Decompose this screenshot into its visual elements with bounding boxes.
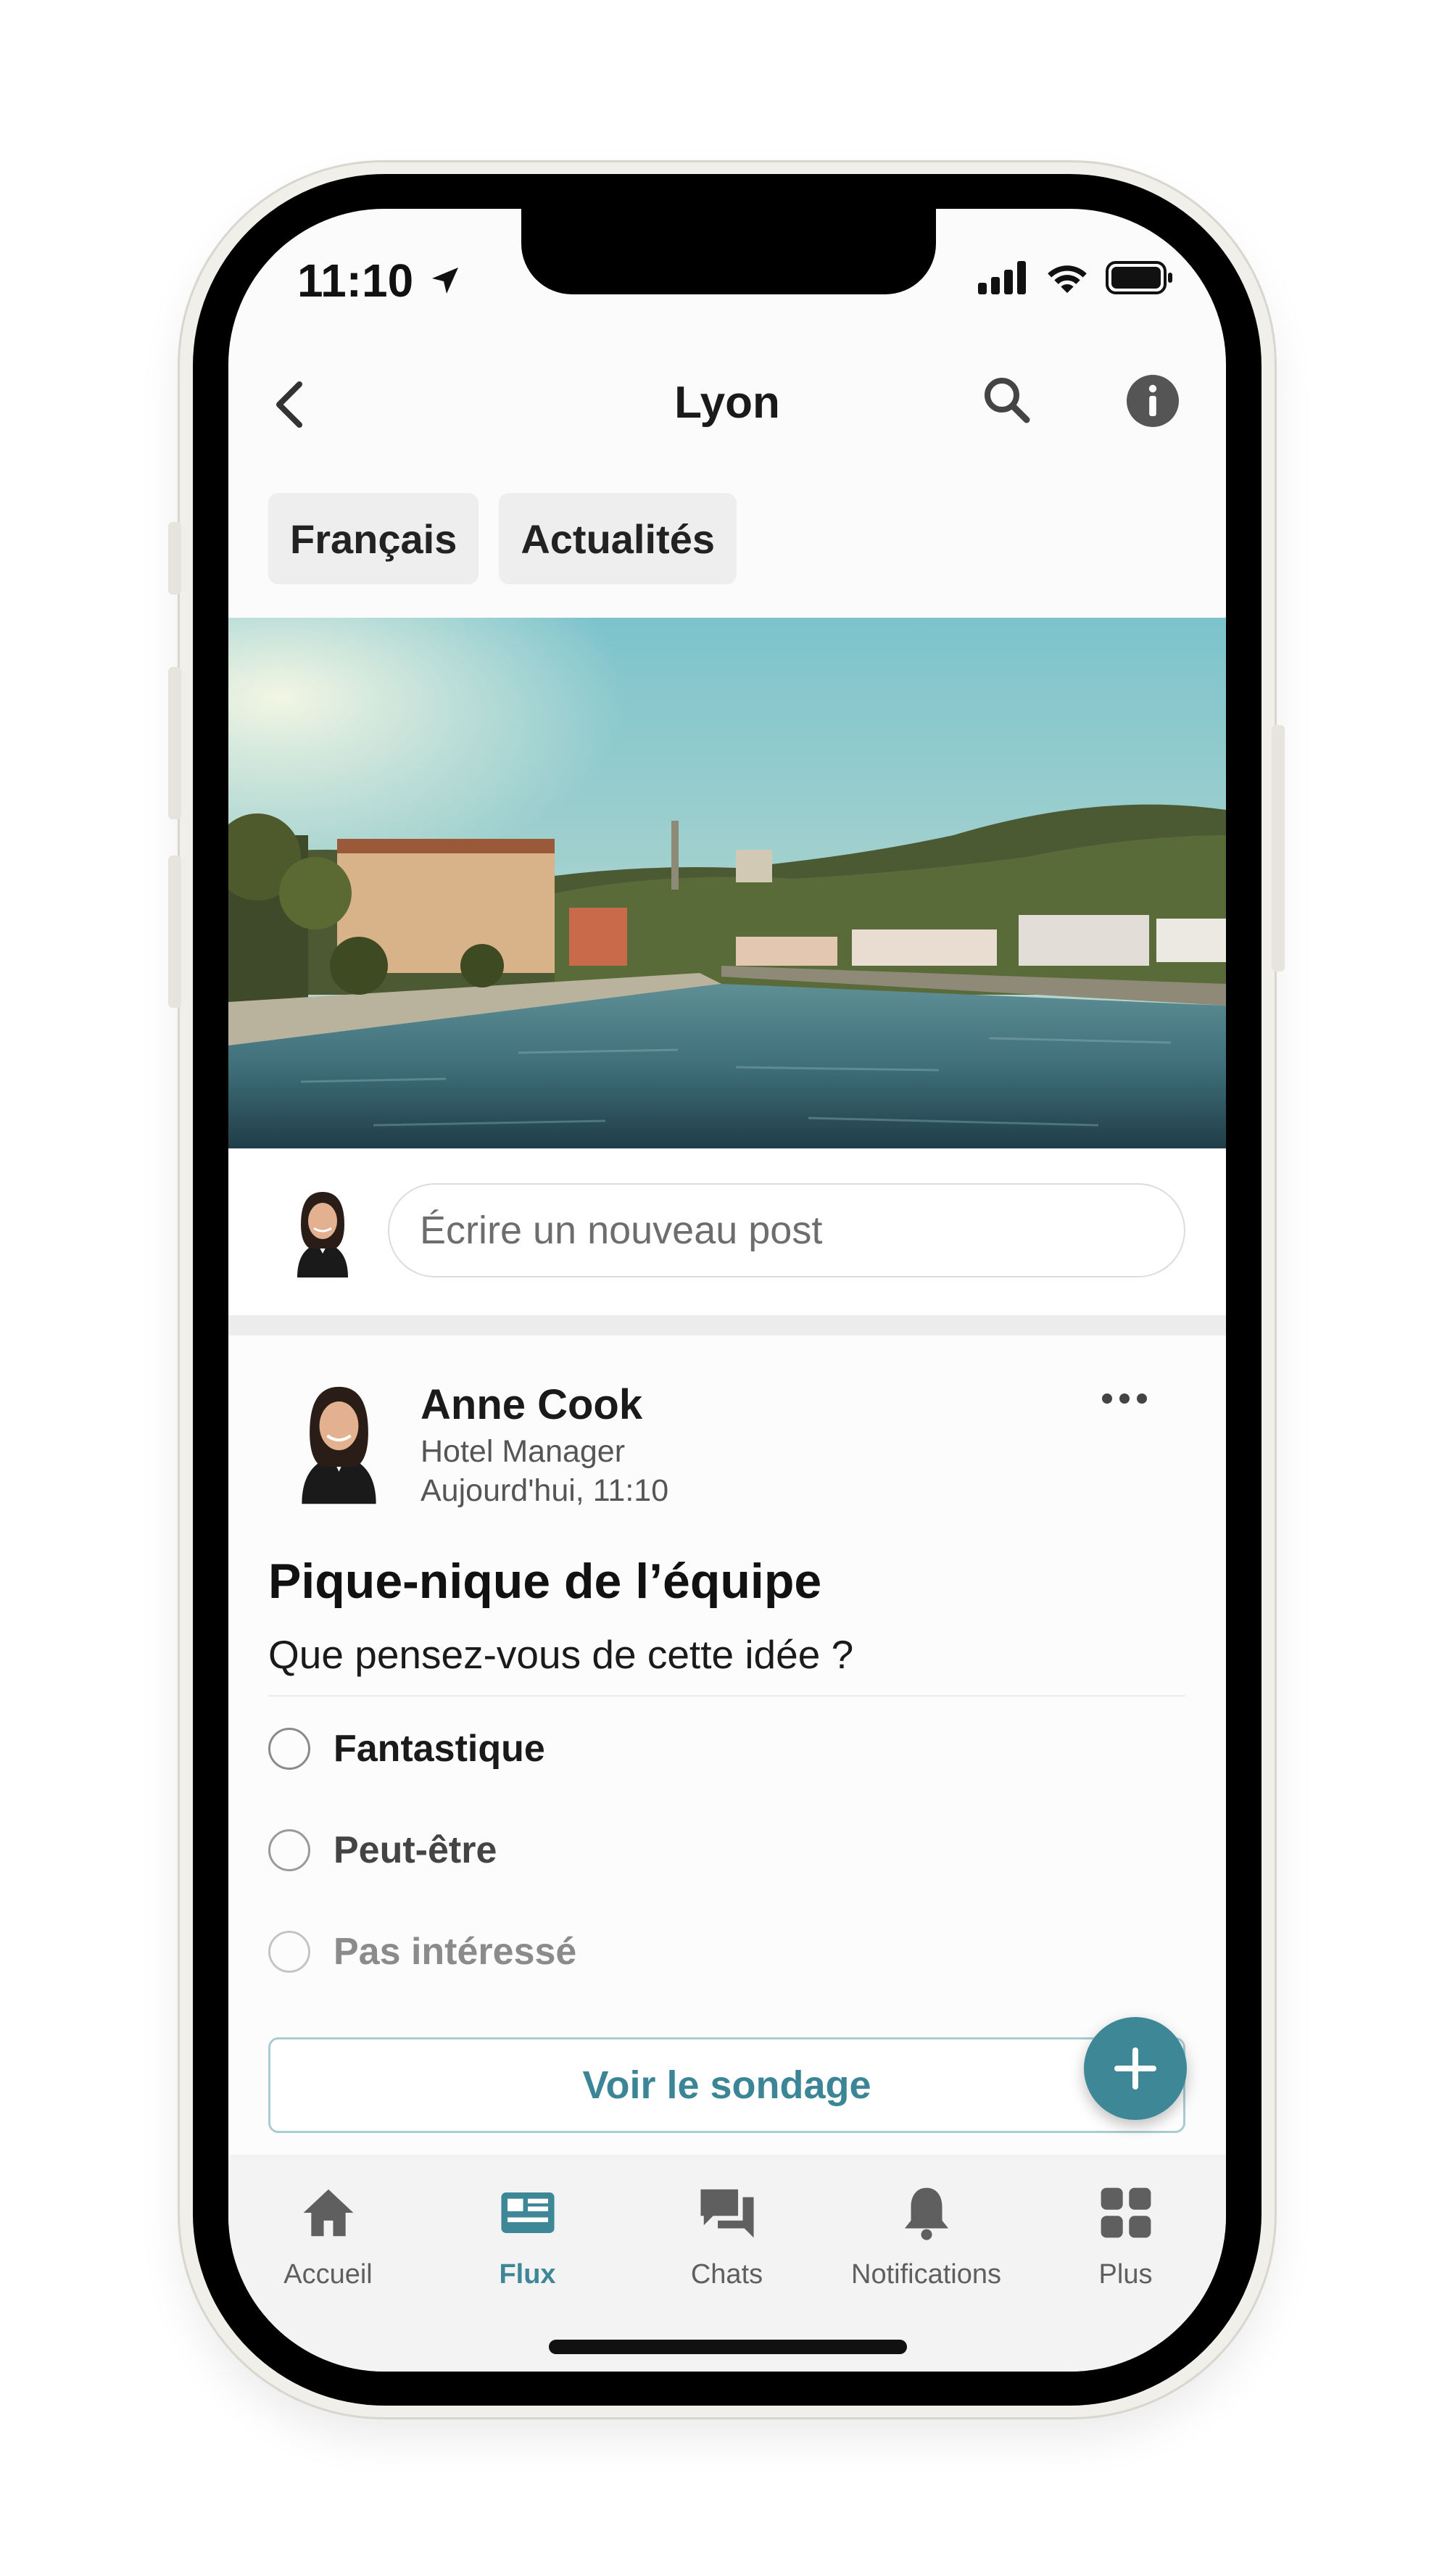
tab-chats[interactable]: Chats — [627, 2177, 826, 2290]
radio-button[interactable] — [268, 1728, 310, 1770]
tab-more[interactable]: Plus — [1026, 2177, 1225, 2290]
poll-option-label: Peut-être — [334, 1829, 497, 1871]
post-card: Anne Cook Hotel Manager Aujourd'hui, 11:… — [228, 1335, 1226, 2155]
home-icon — [303, 2189, 353, 2237]
radio-button[interactable] — [268, 1829, 310, 1871]
tab-more-label: Plus — [1098, 2259, 1153, 2290]
silent-switch — [168, 522, 181, 595]
new-post-input[interactable]: Écrire un nouveau post — [388, 1183, 1185, 1277]
city-river-photo — [228, 618, 1226, 1148]
wifi-icon — [1048, 265, 1087, 294]
battery-icon — [1106, 261, 1172, 294]
poll-option[interactable]: Fantastique — [268, 1727, 545, 1771]
author-role: Hotel Manager — [420, 1434, 626, 1469]
grid-icon — [1101, 2187, 1151, 2238]
page-title: Lyon — [674, 378, 780, 428]
signal-icon — [978, 261, 1026, 294]
power-button — [1272, 725, 1285, 972]
tab-feed[interactable]: Flux — [428, 2177, 627, 2290]
tab-chats-label: Chats — [690, 2259, 763, 2290]
search-button[interactable] — [979, 372, 1037, 434]
new-post-composer: Écrire un nouveau post — [228, 1148, 1226, 1315]
volume-up-button — [168, 667, 181, 819]
volume-down-button — [168, 856, 181, 1008]
status-time-text: 11:10 — [297, 254, 414, 307]
poll-option[interactable]: Pas intéressé — [268, 1930, 576, 1974]
more-options-button[interactable] — [1102, 1393, 1147, 1404]
more-dots-icon — [1102, 1393, 1112, 1404]
location-arrow-icon — [432, 268, 459, 294]
info-icon — [1127, 375, 1179, 427]
tab-home-label: Accueil — [283, 2259, 373, 2290]
search-icon — [985, 378, 1030, 423]
plus-icon — [1114, 2047, 1156, 2090]
tab-feed-label: Flux — [499, 2259, 556, 2290]
section-divider — [228, 1315, 1226, 1335]
chip-language[interactable]: Français — [268, 493, 479, 584]
more-dots-icon — [1137, 1393, 1147, 1404]
author-avatar[interactable] — [279, 1379, 399, 1506]
tab-notifications[interactable]: Notifications — [826, 2177, 1026, 2290]
notch — [521, 209, 936, 294]
navigation-bar: Lyon — [228, 354, 1226, 448]
poll-option-label: Pas intéressé — [334, 1931, 577, 1973]
filter-chips: Français Actualités — [268, 493, 737, 584]
chip-news[interactable]: Actualités — [499, 493, 737, 584]
tab-home[interactable]: Accueil — [228, 2177, 428, 2290]
view-poll-button[interactable]: Voir le sondage — [268, 2037, 1185, 2133]
info-button[interactable] — [1124, 372, 1182, 434]
chat-icon — [700, 2189, 754, 2238]
status-time: 11:10 — [297, 254, 463, 307]
phone-screen: 11:10 Lyon Français Actualités Écrire un… — [228, 209, 1226, 2372]
home-indicator — [549, 2340, 907, 2354]
tab-notifications-label: Notifications — [851, 2259, 1001, 2290]
poll-question: Que pensez-vous de cette idée ? — [268, 1632, 854, 1677]
author-name[interactable]: Anne Cook — [420, 1380, 642, 1429]
poll-option[interactable]: Peut-être — [268, 1829, 497, 1872]
more-dots-icon — [1119, 1393, 1130, 1404]
bell-icon — [904, 2187, 948, 2240]
post-divider — [268, 1695, 1185, 1697]
radio-button[interactable] — [268, 1931, 310, 1973]
post-timestamp: Aujourd'hui, 11:10 — [420, 1473, 669, 1508]
feed-icon — [500, 2192, 555, 2233]
status-indicators — [978, 261, 1175, 294]
bottom-tab-bar: Accueil Flux Chats Notifications Plus — [228, 2155, 1226, 2372]
current-user-avatar — [279, 1185, 366, 1279]
poll-option-label: Fantastique — [334, 1728, 545, 1770]
post-title: Pique-nique de l’équipe — [268, 1554, 822, 1609]
create-post-fab[interactable] — [1084, 2017, 1187, 2120]
